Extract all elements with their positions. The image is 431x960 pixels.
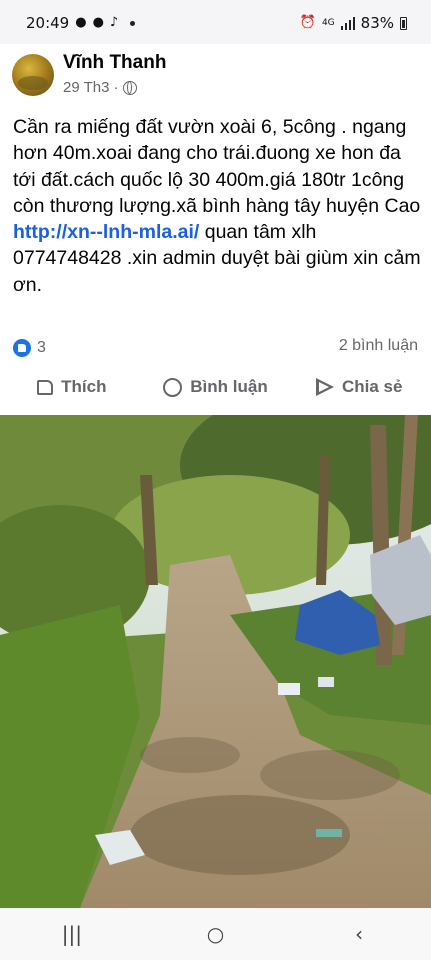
reactions-summary[interactable]: 3 (13, 337, 46, 359)
post-text: Cần ra miếng đất vườn xoài 6, 5công . ng… (13, 114, 423, 298)
notification-dot-icon (130, 20, 136, 26)
post-text-part-1: Cần ra miếng đất vườn xoài 6, 5công . ng… (13, 116, 421, 217)
status-bar: 20:49 ● ● ♪ ⏰ 4G 83% (0, 0, 431, 44)
post-author[interactable]: Vĩnh Thanh (63, 52, 166, 74)
comment-label: Bình luận (190, 377, 268, 396)
post-link[interactable]: http://xn--lnh-mla.ai/ (13, 221, 199, 243)
battery-icon (400, 16, 407, 30)
like-button[interactable]: Thích (0, 368, 144, 406)
recent-apps-icon[interactable]: ||| (52, 914, 92, 954)
post-meta: 29 Th3 · (63, 79, 137, 96)
share-button[interactable]: Chia sẻ (287, 368, 431, 406)
post-date[interactable]: 29 Th3 · (63, 79, 119, 96)
share-label: Chia sẻ (341, 377, 403, 396)
signal-icon (340, 16, 355, 30)
reaction-count: 3 (37, 339, 46, 356)
thumbs-up-icon (37, 379, 54, 395)
facebook-icon: ● (92, 15, 104, 30)
like-label: Thích (61, 377, 107, 396)
system-nav-bar: ||| ○ ‹ (0, 908, 431, 960)
tiktok-icon: ♪ (109, 15, 119, 30)
clock: 20:49 (26, 14, 70, 32)
network-label: 4G (321, 18, 335, 28)
back-icon[interactable]: ‹ (339, 914, 379, 954)
comment-bubble-icon (163, 377, 183, 397)
comment-button[interactable]: Bình luận (144, 368, 288, 406)
globe-icon (122, 80, 137, 95)
avatar[interactable] (12, 54, 54, 96)
home-icon[interactable]: ○ (195, 914, 235, 954)
comment-count[interactable]: 2 bình luận (339, 337, 418, 355)
share-arrow-icon (315, 378, 334, 396)
post-actions: Thích Bình luận Chia sẻ (0, 368, 431, 406)
battery-percentage: 83% (360, 14, 394, 32)
orchard-photo-illustration (0, 415, 431, 908)
alarm-icon: ⏰ (299, 15, 316, 30)
like-reaction-icon (13, 339, 31, 357)
post-photo[interactable] (0, 415, 431, 908)
messenger-icon: ● (75, 15, 87, 30)
